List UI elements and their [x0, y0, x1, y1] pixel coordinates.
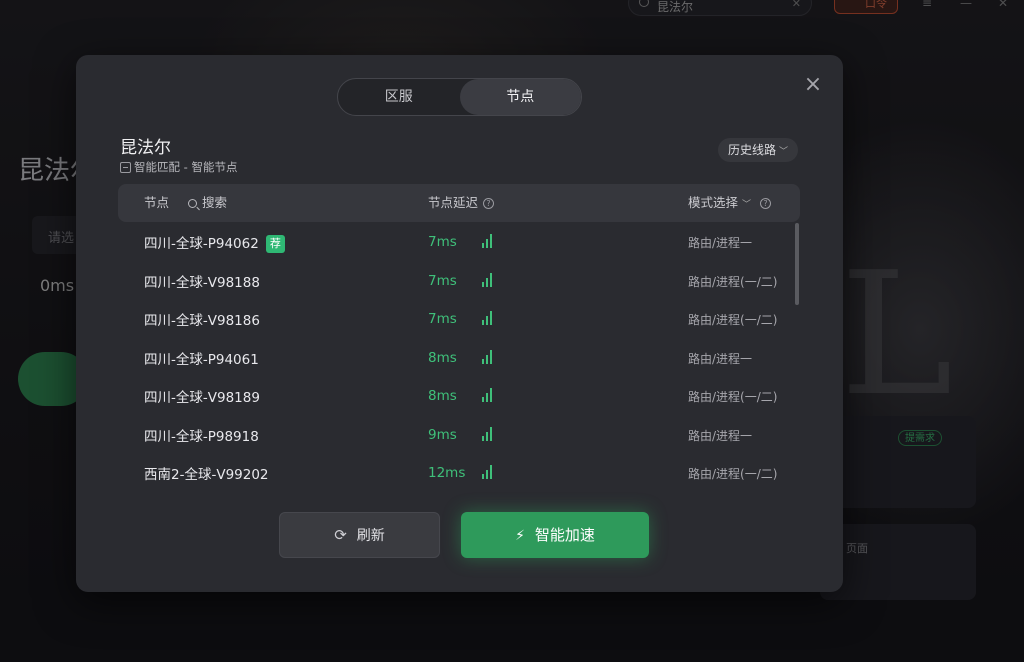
signal-icon: [482, 465, 494, 479]
node-latency: 7ms: [428, 272, 457, 289]
game-title: 昆法尔: [120, 138, 171, 158]
segmented-tabs: 区服 节点: [337, 78, 582, 116]
accelerate-label: 智能加速: [534, 526, 595, 544]
node-row[interactable]: 四川-全球-P94061 8ms 路由/进程一: [118, 338, 800, 376]
tab-node[interactable]: 节点: [459, 79, 581, 115]
node-mode: 路由/进程(一/二): [688, 274, 778, 289]
node-latency: 8ms: [428, 388, 457, 404]
node-name-text: 四川-全球-V98189: [144, 390, 260, 406]
node-name-text: 四川-全球-V98188: [144, 274, 260, 291]
node-latency: 8ms: [428, 349, 457, 366]
lightning-icon: ⚡: [515, 528, 525, 544]
col-mode-label: 模式选择: [688, 195, 739, 210]
node-row[interactable]: 四川-全球-V98186 7ms 路由/进程(一/二): [118, 299, 800, 337]
signal-icon: [482, 272, 494, 287]
signal-icon: [482, 349, 494, 364]
chevron-down-icon: ﹀: [778, 147, 788, 157]
signal-icon: [482, 311, 494, 325]
node-name-text: 四川-全球-P94061: [144, 351, 259, 368]
table-header: 节点 搜索 节点延迟? 模式选择 ﹀?: [118, 184, 800, 222]
node-mode: 路由/进程(一/二): [688, 390, 778, 404]
refresh-label: 刷新: [356, 528, 385, 544]
refresh-button[interactable]: ⟳ 刷新: [279, 512, 440, 558]
node-row[interactable]: 四川-全球-V98188 7ms 路由/进程(一/二): [118, 261, 800, 299]
refresh-icon: ⟳: [334, 526, 347, 544]
col-latency-label: 节点延迟: [428, 195, 479, 210]
node-row[interactable]: 四川-全球-P98918 9ms 路由/进程一: [118, 415, 800, 453]
list-scrollbar[interactable]: [795, 223, 799, 305]
node-name-text: 四川-全球-V98186: [144, 313, 260, 329]
col-node: 节点: [144, 195, 170, 210]
node-mode: 路由/进程(一/二): [688, 313, 778, 327]
node-select-dialog: × 区服 节点 昆法尔 智能匹配 - 智能节点 历史线路 ﹀ 节点 搜索 节点延迟…: [76, 55, 843, 592]
signal-icon: [482, 388, 494, 402]
mode-select-dropdown[interactable]: 模式选择 ﹀?: [688, 184, 772, 222]
node-latency: 7ms: [428, 234, 457, 250]
tab-region[interactable]: 区服: [338, 79, 460, 115]
node-name-text: 西南2-全球-V99202: [144, 467, 269, 483]
node-name: 四川-全球-P98918: [144, 425, 259, 445]
node-row[interactable]: 四川-全球-V98189 8ms 路由/进程(一/二): [118, 376, 800, 414]
match-mode-label: 智能匹配 - 智能节点: [134, 160, 238, 174]
node-list: 四川-全球-P94062 荐 7ms 路由/进程一 四川-全球-V98188 7ms 路由/…: [118, 222, 800, 492]
node-mode: 路由/进程一: [688, 428, 753, 443]
history-routes-label: 历史线路: [727, 143, 776, 157]
node-name: 四川-全球-V98186: [144, 309, 260, 329]
node-mode: 路由/进程一: [688, 351, 753, 366]
node-search-label: 搜索: [202, 195, 228, 210]
signal-icon: [482, 234, 494, 248]
match-mode: 智能匹配 - 智能节点: [120, 159, 237, 175]
node-row[interactable]: 西南2-全球-V99202 12ms 路由/进程(一/二): [118, 453, 800, 491]
smart-accelerate-button[interactable]: ⚡ 智能加速: [461, 512, 649, 558]
node-name: 西南2-全球-V99202: [144, 463, 269, 483]
help-icon[interactable]: ?: [483, 198, 495, 209]
node-search-button[interactable]: 搜索: [188, 184, 227, 222]
node-name-text: 四川-全球-P94062: [144, 236, 259, 252]
node-latency: 12ms: [428, 465, 466, 481]
col-latency: 节点延迟?: [428, 184, 495, 222]
search-icon: [188, 199, 197, 208]
node-name: 四川-全球-P94061: [144, 348, 259, 368]
signal-icon: [482, 426, 494, 441]
node-name: 四川-全球-V98188: [144, 271, 260, 291]
node-mode: 路由/进程(一/二): [688, 467, 778, 481]
server-icon: [120, 161, 131, 173]
node-mode: 路由/进程一: [688, 236, 753, 250]
help-icon[interactable]: ?: [760, 198, 772, 209]
recommended-badge: 荐: [265, 235, 285, 253]
history-routes-button[interactable]: 历史线路 ﹀: [717, 138, 798, 162]
node-row[interactable]: 四川-全球-P94062 荐 7ms 路由/进程一: [118, 222, 800, 260]
chevron-down-icon: ﹀: [742, 200, 752, 210]
close-icon[interactable]: ×: [803, 74, 823, 96]
node-name: 四川-全球-V98189: [144, 386, 260, 406]
node-name-text: 四川-全球-P98918: [144, 428, 259, 445]
node-latency: 7ms: [428, 311, 457, 327]
node-latency: 9ms: [428, 426, 457, 443]
node-name: 四川-全球-P94062 荐: [144, 232, 285, 253]
